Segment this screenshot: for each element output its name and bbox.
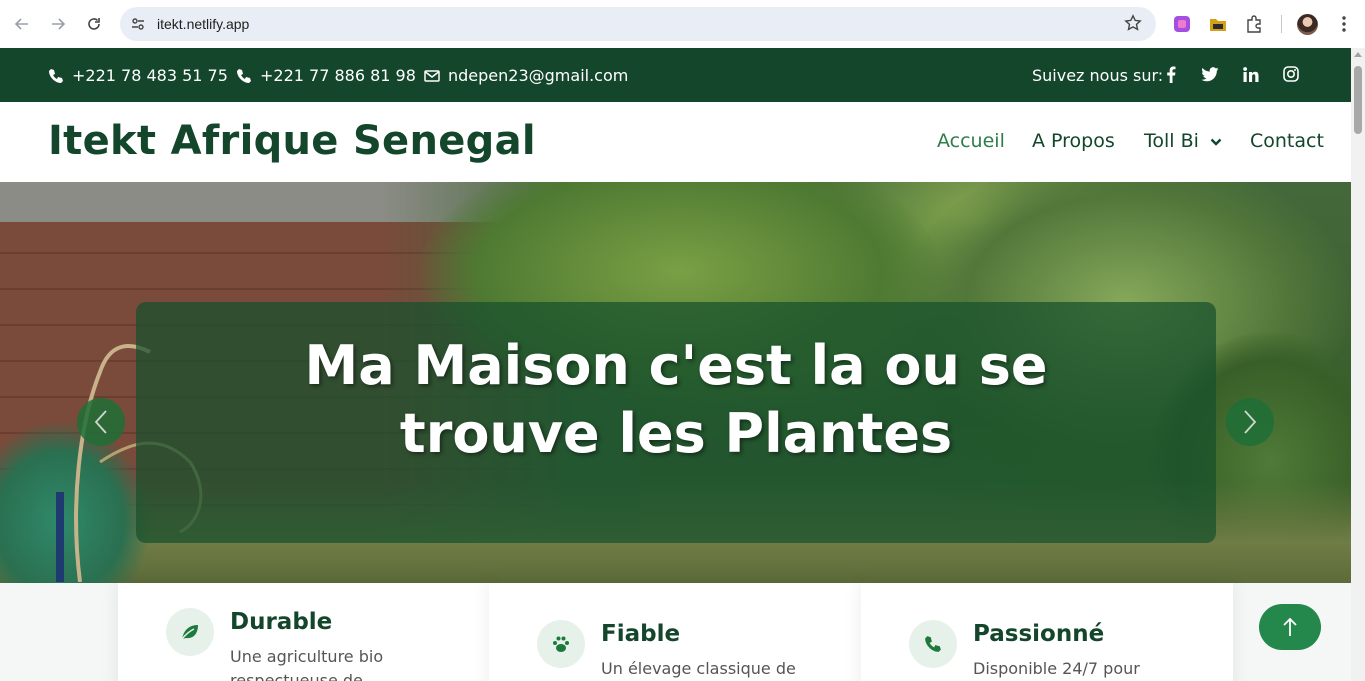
arrow-up-icon: [1283, 617, 1297, 636]
phone-contact-2[interactable]: +221 77 886 81 98: [236, 66, 416, 85]
address-bar[interactable]: itekt.netlify.app: [120, 7, 1156, 41]
browser-toolbar: itekt.netlify.app: [0, 0, 1365, 48]
nav-item-toll-bi-label: Toll Bi: [1144, 130, 1199, 152]
feature-card-durable: Durable Une agriculture bio respectueuse…: [118, 583, 490, 681]
feature-title: Passionné: [973, 621, 1105, 647]
scroll-up-arrow-icon[interactable]: [1354, 52, 1362, 57]
linkedin-icon[interactable]: [1242, 65, 1260, 83]
feature-card-passionne: Passionné Disponible 24/7 pour: [861, 583, 1233, 681]
bookmark-star-icon[interactable]: [1124, 14, 1142, 32]
hero-title-line-2: trouve les Plantes: [399, 402, 953, 465]
extensions-puzzle-icon[interactable]: [1245, 15, 1263, 33]
browser-menu-icon[interactable]: [1342, 15, 1346, 33]
feature-text-line-1: Un élevage classique de: [601, 659, 796, 678]
hero-title-line-1: Ma Maison c'est la ou se: [304, 334, 1048, 397]
twitter-icon[interactable]: [1201, 65, 1219, 83]
site-header: Itekt Afrique Senegal Accueil A Propos T…: [0, 102, 1351, 182]
nav-item-contact[interactable]: Contact: [1250, 130, 1324, 152]
instagram-icon[interactable]: [1282, 65, 1300, 83]
nav-item-accueil[interactable]: Accueil: [937, 130, 1005, 152]
phone-icon: [237, 68, 251, 83]
facebook-icon[interactable]: [1162, 65, 1180, 83]
carousel-next-button[interactable]: [1226, 398, 1274, 446]
scrollbar-thumb[interactable]: [1354, 66, 1362, 134]
profile-avatar[interactable]: [1297, 14, 1318, 35]
feature-card-fiable: Fiable Un élevage classique de: [489, 583, 861, 681]
envelope-icon: [424, 69, 440, 82]
extension-purple-icon[interactable]: [1173, 15, 1191, 33]
feature-title: Fiable: [601, 621, 681, 647]
phone-icon: [49, 68, 63, 83]
email-address: ndepen23@gmail.com: [448, 66, 629, 85]
phone-contact-1[interactable]: +221 78 483 51 75: [48, 66, 228, 85]
site-info-icon[interactable]: [130, 16, 146, 32]
chevron-left-icon: [94, 410, 107, 434]
chevron-down-icon: [1210, 138, 1222, 146]
follow-us-label: Suivez nous sur:: [1032, 66, 1164, 85]
nav-item-a-propos[interactable]: A Propos: [1032, 130, 1115, 152]
site-logo-text[interactable]: Itekt Afrique Senegal: [48, 118, 536, 164]
leaf-icon: [166, 608, 214, 656]
email-contact[interactable]: ndepen23@gmail.com: [424, 66, 628, 85]
top-contact-bar: +221 78 483 51 75 +221 77 886 81 98 ndep…: [0, 48, 1351, 102]
features-section: Durable Une agriculture bio respectueuse…: [0, 583, 1351, 681]
feature-text-line-1: Disponible 24/7 pour: [973, 659, 1140, 678]
nav-item-toll-bi[interactable]: Toll Bi: [1144, 130, 1222, 152]
back-to-top-button[interactable]: [1259, 604, 1321, 650]
feature-text: Une agriculture bio respectueuse de: [230, 645, 450, 681]
url-text: itekt.netlify.app: [157, 16, 250, 32]
phone-icon: [909, 620, 957, 668]
feature-text-line-2: respectueuse de: [230, 671, 363, 681]
reload-icon[interactable]: [83, 13, 105, 35]
back-icon[interactable]: [11, 13, 33, 35]
feature-text-line-1: Une agriculture bio: [230, 647, 384, 666]
feature-text: Disponible 24/7 pour: [973, 657, 1193, 681]
hero-caption-box: Ma Maison c'est la ou se trouve les Plan…: [136, 302, 1216, 543]
feature-title: Durable: [230, 609, 333, 635]
forward-icon[interactable]: [47, 13, 69, 35]
feature-text: Un élevage classique de: [601, 657, 821, 681]
carousel-prev-button[interactable]: [77, 398, 125, 446]
toolbar-divider: [1281, 15, 1282, 33]
hero-title: Ma Maison c'est la ou se trouve les Plan…: [136, 332, 1216, 468]
hero-carousel: Ma Maison c'est la ou se trouve les Plan…: [0, 182, 1351, 583]
paw-icon: [537, 620, 585, 668]
chevron-right-icon: [1244, 410, 1257, 434]
phone-number-2: +221 77 886 81 98: [260, 66, 416, 85]
extension-folder-icon[interactable]: [1209, 15, 1227, 33]
phone-number-1: +221 78 483 51 75: [72, 66, 228, 85]
page-scrollbar[interactable]: [1351, 48, 1365, 681]
